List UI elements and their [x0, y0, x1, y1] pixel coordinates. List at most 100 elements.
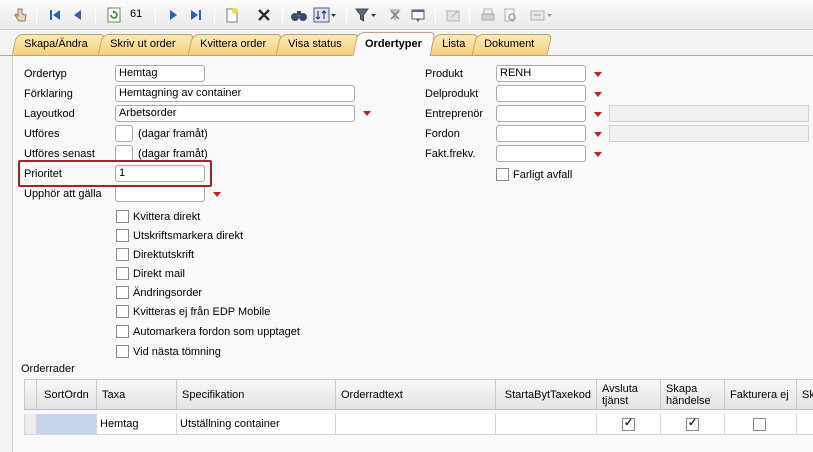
ordertyp-field[interactable]: Hemtag	[115, 65, 205, 82]
layoutkod-field[interactable]: Arbetsorder	[115, 105, 355, 122]
fakturera-ej-checkbox[interactable]	[753, 418, 766, 431]
cell-orderradtext[interactable]	[336, 414, 496, 435]
layoutkod-dropdown-icon[interactable]	[358, 105, 375, 122]
entreprenor-dropdown-icon[interactable]	[589, 106, 606, 123]
cell-sortordn[interactable]	[37, 414, 97, 435]
col-orderradtext[interactable]: Orderradtext	[336, 379, 496, 410]
first-record-icon[interactable]	[45, 5, 65, 25]
delprodukt-label: Delprodukt	[425, 88, 479, 100]
clear-filter-icon[interactable]	[385, 5, 405, 25]
produkt-dropdown-icon[interactable]	[589, 66, 606, 83]
col-specifikation[interactable]: Specifikation	[177, 379, 336, 410]
upphor-dropdown-icon[interactable]	[208, 186, 225, 203]
col-sk[interactable]: Sk	[797, 379, 813, 410]
cell-fakturera-ej	[725, 414, 797, 435]
vid-nasta-tomning-checkbox[interactable]	[116, 345, 129, 358]
produkt-field[interactable]: RENH	[496, 65, 586, 82]
edit-record-icon[interactable]	[443, 5, 463, 25]
tab-kvittera-order[interactable]: Kvittera order	[187, 34, 283, 55]
entreprenor-field[interactable]	[496, 105, 586, 122]
ordertyp-label: Ordertyp	[24, 68, 67, 80]
entreprenor-name-field	[609, 105, 809, 122]
prioritet-highlight	[18, 160, 212, 187]
tab-dokument[interactable]: Dokument	[471, 34, 553, 55]
direkt-mail-checkbox[interactable]	[116, 267, 129, 280]
skapa-handelse-checkbox[interactable]	[686, 416, 699, 431]
delprodukt-dropdown-icon[interactable]	[589, 86, 606, 103]
cell-taxa[interactable]: Hemtag	[97, 414, 177, 435]
farligt-avfall-checkbox[interactable]	[496, 168, 509, 181]
window-icon[interactable]	[408, 5, 428, 25]
utfores-senast-label: Utföres senast	[24, 148, 95, 160]
automarkera-fordon-checkbox[interactable]	[116, 325, 129, 338]
orderrader-title: Orderrader	[21, 363, 75, 375]
col-taxa[interactable]: Taxa	[97, 379, 177, 410]
kvittera-direkt-checkbox[interactable]	[116, 210, 129, 223]
entreprenor-label: Entreprenör	[425, 108, 484, 120]
forklaring-field[interactable]: Hemtagning av container	[115, 85, 355, 102]
fordon-dropdown-icon[interactable]	[589, 126, 606, 143]
fordon-name-field	[609, 125, 809, 142]
layoutkod-label: Layoutkod	[24, 108, 75, 120]
toolbar: 61	[0, 0, 813, 30]
refresh-icon[interactable]	[104, 5, 124, 25]
col-sortordn[interactable]: SortOrdn	[37, 379, 97, 410]
upphor-field[interactable]	[115, 185, 205, 202]
farligt-avfall-label: Farligt avfall	[513, 169, 573, 181]
row-selector-header	[24, 379, 37, 410]
tab-skriv-ut-order[interactable]: Skriv ut order	[97, 34, 195, 55]
vid-nasta-tomning-label: Vid nästa tömning	[133, 346, 221, 358]
cell-skapa-handelse	[661, 414, 725, 435]
kvitteras-ej-label: Kvitteras ej från EDP Mobile	[133, 306, 271, 318]
cell-startabyttaxekod[interactable]	[496, 414, 597, 435]
cell-specifikation[interactable]: Utställning container	[177, 414, 336, 435]
fordon-label: Fordon	[425, 128, 460, 140]
col-skapa-handelse[interactable]: Skapa händelse	[661, 379, 725, 410]
cell-avsluta-tjanst	[597, 414, 661, 435]
avsluta-tjanst-checkbox[interactable]	[622, 416, 635, 431]
utfores-senast-suffix: (dagar framåt)	[138, 148, 208, 160]
hand-pointer-icon[interactable]	[10, 5, 30, 25]
new-record-icon[interactable]	[222, 5, 242, 25]
record-count: 61	[130, 8, 143, 20]
col-avsluta-tjanst[interactable]: Avsluta tjänst	[597, 379, 661, 410]
produkt-label: Produkt	[425, 68, 463, 80]
print-preview-icon[interactable]	[500, 5, 520, 25]
tab-skapa-andra[interactable]: Skapa/Ändra	[11, 34, 106, 55]
kvittera-direkt-label: Kvittera direkt	[133, 211, 201, 223]
delprodukt-field[interactable]	[496, 85, 586, 102]
tab-ordertyper[interactable]: Ordertyper	[352, 32, 436, 56]
sort-icon[interactable]	[312, 5, 338, 25]
fordon-field[interactable]	[496, 125, 586, 142]
row-selector[interactable]	[24, 414, 37, 435]
col-startabyttaxekod[interactable]: StartaBytTaxekod	[496, 379, 597, 410]
print-icon[interactable]	[478, 5, 498, 25]
utfores-label: Utföres	[24, 128, 60, 140]
direktutskrift-checkbox[interactable]	[116, 248, 129, 261]
cell-sk	[797, 414, 813, 435]
export-icon[interactable]	[528, 5, 554, 25]
search-binoculars-icon[interactable]	[289, 5, 309, 25]
utskriftsmarkera-direkt-label: Utskriftsmarkera direkt	[133, 230, 244, 242]
andringsorder-label: Ändringsorder	[133, 287, 203, 299]
andringsorder-checkbox[interactable]	[116, 286, 129, 299]
tab-lista[interactable]: Lista	[429, 34, 479, 55]
utfores-suffix: (dagar framåt)	[138, 128, 208, 140]
direkt-mail-label: Direkt mail	[133, 268, 185, 280]
filter-icon[interactable]	[353, 5, 379, 25]
utskriftsmarkera-direkt-checkbox[interactable]	[116, 229, 129, 242]
delete-icon[interactable]	[254, 5, 274, 25]
fakt-frekv-field[interactable]	[496, 145, 586, 162]
tab-visa-status[interactable]: Visa status	[275, 34, 360, 55]
col-fakturera-ej[interactable]: Fakturera ej	[725, 379, 797, 410]
last-record-icon[interactable]	[186, 5, 206, 25]
previous-record-icon[interactable]	[68, 5, 88, 25]
fakt-frekv-label: Fakt.frekv.	[425, 148, 476, 160]
next-record-icon[interactable]	[163, 5, 183, 25]
forklaring-label: Förklaring	[24, 88, 73, 100]
automarkera-fordon-label: Automarkera fordon som upptaget	[133, 326, 300, 338]
upphor-label: Upphör att gälla	[24, 188, 102, 200]
fakt-frekv-dropdown-icon[interactable]	[589, 146, 606, 163]
utfores-field[interactable]	[115, 125, 133, 142]
kvitteras-ej-checkbox[interactable]	[116, 305, 129, 318]
